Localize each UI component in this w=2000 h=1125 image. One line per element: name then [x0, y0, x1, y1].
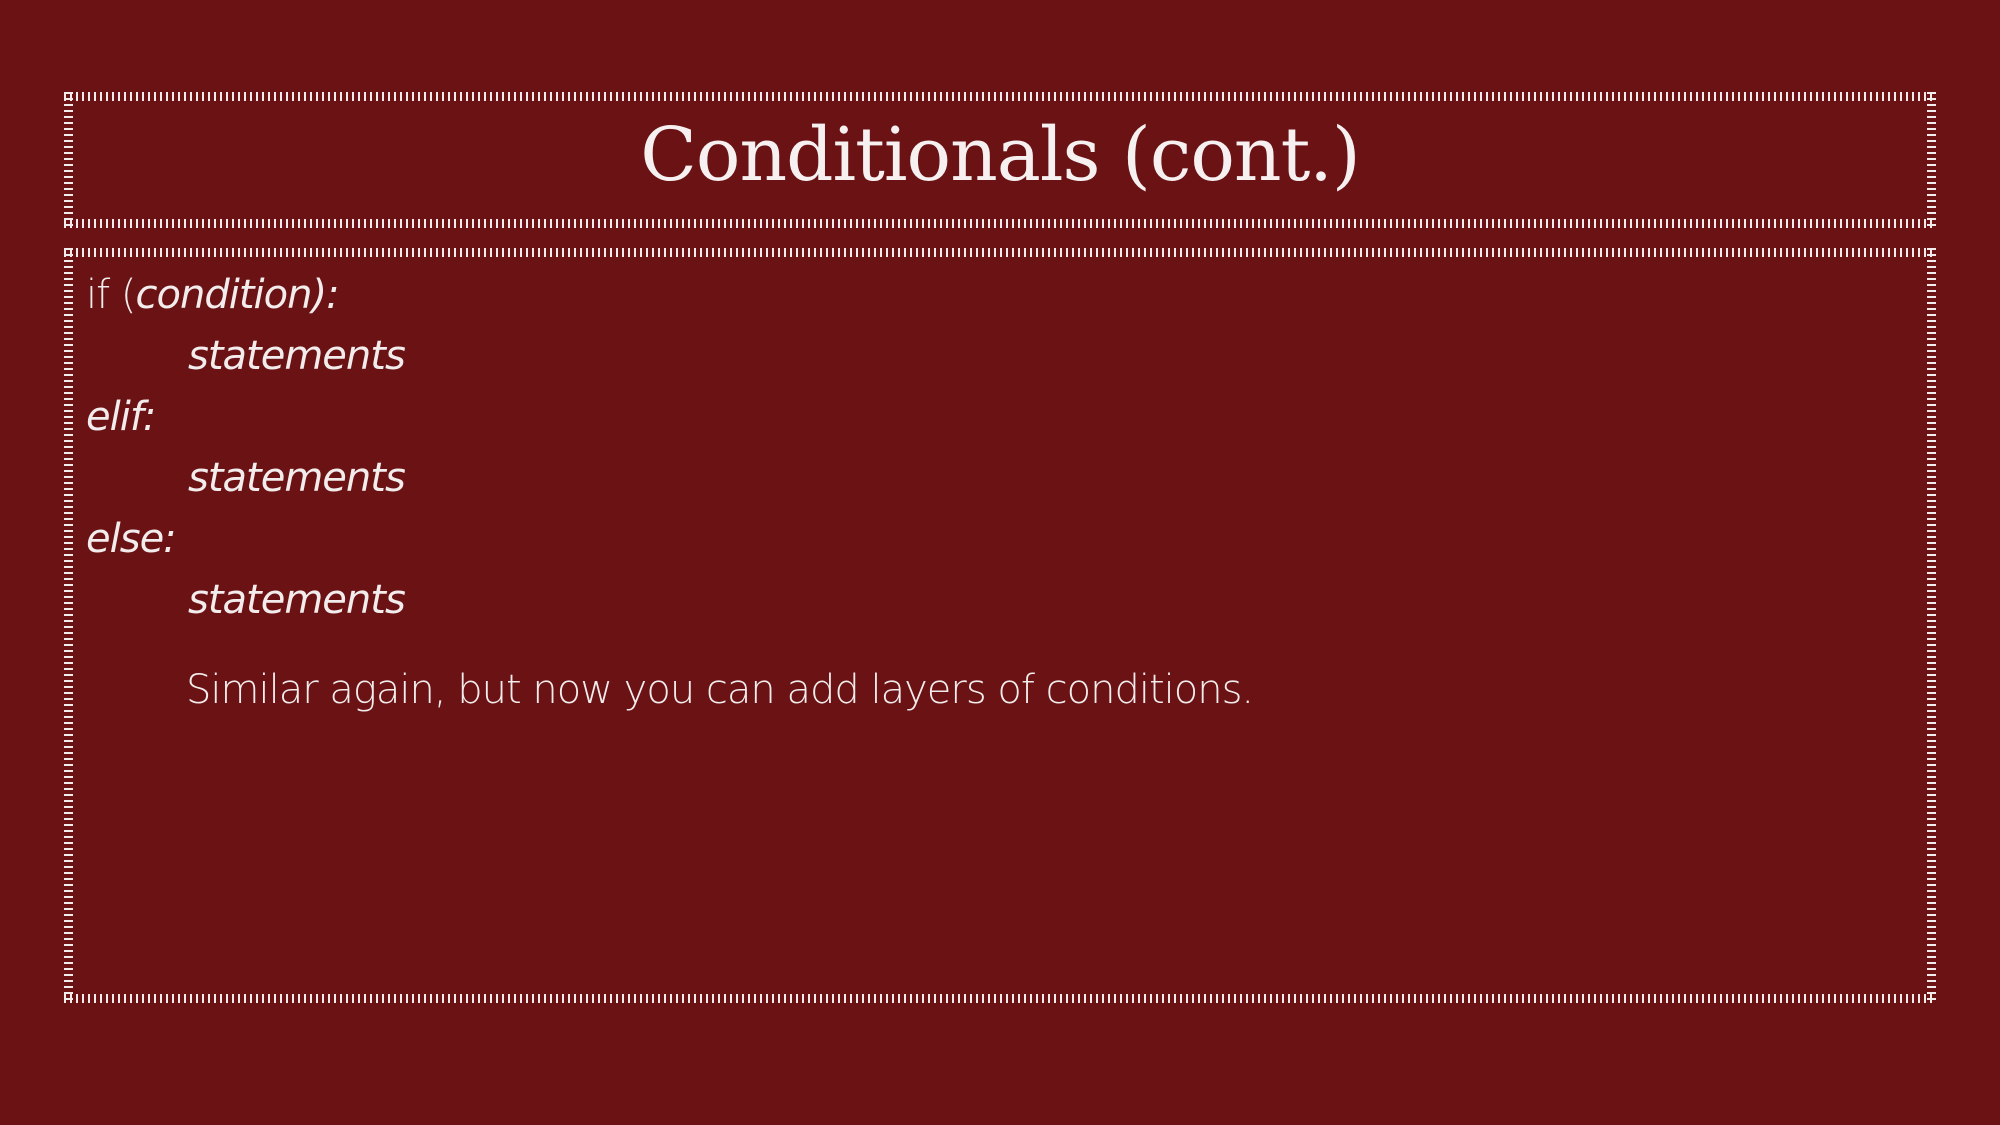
- slide-title: Conditionals (cont.): [640, 112, 1360, 198]
- statements-line-3: statements: [188, 577, 406, 623]
- statements-line-2: statements: [188, 455, 406, 501]
- if-line: if (condition):: [86, 272, 340, 318]
- title-frame: Conditionals (cont.): [64, 92, 1936, 228]
- if-keyword: if (: [86, 272, 137, 318]
- elif-line: elif:: [86, 394, 156, 440]
- note-text: Similar again, but now you can add layer…: [186, 667, 1254, 713]
- statements-line-1: statements: [188, 333, 406, 379]
- if-close: ):: [311, 272, 339, 318]
- else-line: else:: [86, 516, 177, 562]
- content-frame: if (condition): statements elif: stateme…: [64, 248, 1936, 1003]
- if-condition: condition: [135, 272, 313, 318]
